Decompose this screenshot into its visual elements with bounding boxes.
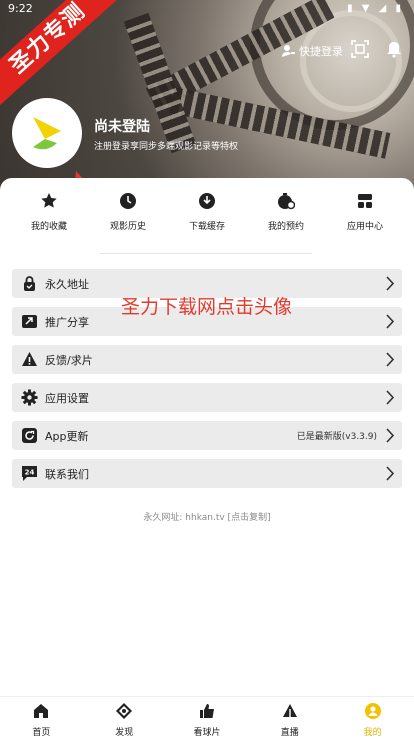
permanent-url-copy[interactable]: 永久网址: hhkan.tv [点击复制] [0,510,414,523]
thumb-icon [199,704,214,718]
star-icon [41,193,57,208]
tab-ball-videos[interactable]: 看球片 [166,697,249,738]
live-icon [282,704,297,717]
bottom-tab-bar: 首页 发现 看球片 直播 我的 [0,696,414,738]
discover-icon [116,703,133,719]
menu-settings[interactable]: 应用设置 [12,383,402,412]
home-icon [34,704,49,718]
app-center-icon [358,194,372,208]
menu-label: 应用设置 [45,392,89,405]
chevron-right-icon [386,390,395,405]
menu-contact-us[interactable]: 24 联系我们 [12,459,402,488]
annotation-text: 圣力下载网点击头像 [121,296,293,318]
shortcut-app-center[interactable]: 应用中心 [326,192,404,233]
menu-label: 联系我们 [45,468,89,481]
menu-label: 永久地址 [45,278,89,291]
shortcut-label: 应用中心 [346,222,383,232]
menu-app-update[interactable]: App更新 已是最新版(v3.3.9) [12,421,402,450]
shortcut-label: 观影历史 [109,222,146,232]
divider [100,253,312,254]
tab-label: 直播 [280,728,299,738]
tab-label: 看球片 [193,728,221,738]
contact-24-icon: 24 [22,466,37,481]
shortcut-history[interactable]: 观影历史 [89,192,167,233]
shortcut-reservations[interactable]: 我的预约 [247,192,325,233]
menu-label: 反馈/求片 [45,354,93,367]
tab-label: 发现 [115,728,134,738]
shortcut-label: 下载缓存 [188,222,225,232]
chevron-right-icon [386,352,395,367]
reservation-icon [278,193,295,210]
tab-home[interactable]: 首页 [0,697,83,738]
shortcut-row: 我的收藏 观影历史 下载缓存 我的预约 应用中心 [10,192,404,233]
warning-icon [22,352,37,366]
shortcut-label: 我的预约 [267,222,304,232]
chevron-right-icon [386,428,395,443]
shortcut-downloads[interactable]: 下载缓存 [168,192,246,233]
refresh-icon [22,428,37,443]
profile-icon [364,703,381,719]
chevron-right-icon [386,314,395,329]
menu-label: 推广分享 [45,316,89,329]
shortcut-favorites[interactable]: 我的收藏 [10,192,88,233]
clock-icon [120,193,136,209]
menu-label: App更新 [45,430,89,443]
share-icon [22,315,37,328]
version-status: 已是最新版(v3.3.9) [296,432,377,442]
tab-live[interactable]: 直播 [248,697,331,738]
tab-label: 我的 [363,728,382,738]
gear-icon [21,389,38,406]
chevron-right-icon [386,466,395,481]
download-icon [199,193,215,209]
lock-icon [24,276,35,291]
svg-text:24: 24 [25,469,35,477]
tab-mine[interactable]: 我的 [331,697,414,738]
menu-feedback[interactable]: 反馈/求片 [12,345,402,374]
chevron-right-icon [386,276,395,291]
tab-discover[interactable]: 发现 [83,697,166,738]
tab-label: 首页 [32,728,51,738]
shortcut-label: 我的收藏 [30,222,67,232]
